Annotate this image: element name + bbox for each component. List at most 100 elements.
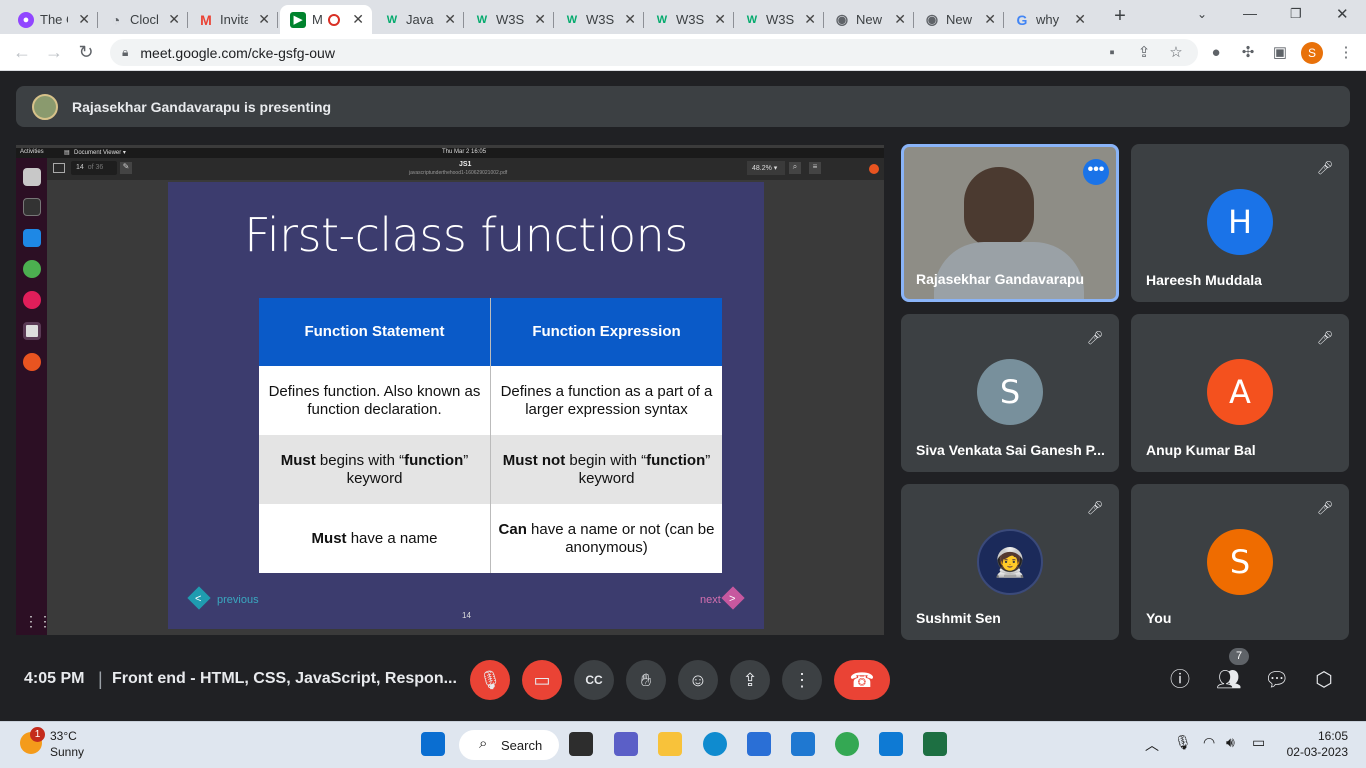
kebab-icon: ⋮ [793,669,811,690]
captions-button[interactable]: CC [574,660,614,700]
mic-off-icon: 🎤︎ [1316,500,1334,515]
browser-tab[interactable]: WW3Sc✕ [554,5,644,34]
back-button[interactable]: ← [12,42,32,62]
camera-off-button[interactable]: ▭ [522,660,562,700]
table-row: Must begins with “function” keyword Must… [259,435,722,504]
tab-search-chevron-icon[interactable]: ⌄ [1197,7,1207,21]
teams-icon[interactable] [614,732,638,756]
close-tab-icon[interactable]: ✕ [444,11,456,28]
share-icon[interactable]: ⇪ [1135,44,1153,62]
close-tab-icon[interactable]: ✕ [534,11,546,28]
browser-tab[interactable]: WW3Sc✕ [464,5,554,34]
avatar: S [1207,529,1273,595]
mic-off-button[interactable]: 🎙︎ [470,660,510,700]
meeting-details-icon[interactable]: ⓘ [1168,668,1192,692]
astronaut-icon: 🧑‍🚀︎ [992,545,1028,579]
wifi-icon[interactable]: ◠ [1203,734,1215,751]
edge-icon[interactable] [703,732,727,756]
close-tab-icon[interactable]: ✕ [984,11,996,28]
browser-tab-active[interactable]: ▶ M ✕ [280,5,372,34]
side-panel-icon[interactable]: ▣ [1271,44,1289,62]
restore-button[interactable]: ❐ [1290,6,1302,22]
close-tab-icon[interactable]: ✕ [1074,11,1086,28]
reactions-button[interactable]: ☺ [678,660,718,700]
browser-tab[interactable]: Gwhy ✕ [1004,5,1094,34]
browser-tab[interactable]: WW3Sc✕ [644,5,734,34]
file-explorer-icon[interactable] [658,732,682,756]
grammarly-icon[interactable]: ● [1207,44,1225,62]
page-field: 14 of 36 [71,161,117,175]
raise-hand-button[interactable]: ✋︎ [626,660,666,700]
document-viewer-header: 14 of 36 ✎ JS1 javascriptunderthehood1-1… [47,158,884,180]
reload-button[interactable]: ↻ [76,42,96,62]
participant-video [964,167,1034,247]
microphone-icon[interactable]: 🎙︎ [1174,734,1192,751]
extensions-icon[interactable]: ✣ [1239,44,1257,62]
hand-icon: ✋︎ [640,669,652,690]
meeting-title: Front end - HTML, CSS, JavaScript, Respo… [112,670,457,687]
participant-tile[interactable]: 🎤︎ S Siva Venkata Sai Ganesh P... [901,314,1119,472]
close-window-button[interactable]: ✕ [1336,5,1349,23]
w3schools-icon: W [746,13,758,26]
tray-date[interactable]: 02-03-2023 [1285,745,1348,759]
doc-viewer-app-icon: ▤ [64,150,70,156]
task-view-icon[interactable] [569,732,593,756]
meet-icon: ▶ [290,11,306,28]
activities-icon[interactable]: ⬡ [1312,668,1336,692]
vscode-icon[interactable] [879,732,903,756]
hamburger-menu-icon: ≡ [809,162,821,174]
close-tab-icon[interactable]: ✕ [624,11,636,28]
close-tab-icon[interactable]: ✕ [894,11,906,28]
new-tab-button[interactable]: + [1110,6,1130,26]
profile-avatar[interactable]: S [1301,42,1323,64]
participant-tile[interactable]: 🎤︎ A Anup Kumar Bal [1131,314,1349,472]
browser-tab[interactable]: ◔Clock✕ [98,5,188,34]
bold-text: Can [498,520,527,538]
participant-name: Siva Venkata Sai Ganesh P... [916,442,1105,458]
weather-condition[interactable]: Sunny [50,745,84,759]
mail-icon[interactable] [791,732,815,756]
browser-tab[interactable]: ◉ New ✕ [824,5,914,34]
close-tab-icon[interactable]: ✕ [714,11,726,28]
weather-temp[interactable]: 33°C [50,729,77,743]
excel-icon[interactable] [923,732,947,756]
document-viewer-icon [23,322,41,340]
close-tab-icon[interactable]: ✕ [804,11,816,28]
mic-off-icon: 🎤︎ [1086,500,1104,515]
browser-tab[interactable]: ●The C✕ [8,5,98,34]
leave-call-button[interactable]: ☎︎ [834,660,890,700]
close-tab-icon[interactable]: ✕ [168,11,180,28]
browser-tab[interactable]: WJavaS✕ [374,5,464,34]
chat-icon[interactable]: 💬︎ [1264,668,1289,692]
close-tab-icon[interactable]: ✕ [352,11,364,28]
participant-tile-video[interactable]: ••• Rajasekhar Gandavarapu [901,144,1119,302]
browser-tab[interactable]: M Invita ✕ [188,5,278,34]
browser-tab[interactable]: WW3Sc✕ [734,5,824,34]
bookmark-star-icon[interactable]: ☆ [1167,44,1185,62]
browser-tab[interactable]: ◉ New ✕ [914,5,1004,34]
present-screen-icon: ⇪ [742,669,758,690]
slack-icon [23,291,41,309]
taskbar-search[interactable]: ⌕ Search [459,730,559,760]
windows-start-icon[interactable] [421,732,445,756]
participant-tile[interactable]: 🎤︎ H Hareesh Muddala [1131,144,1349,302]
battery-icon[interactable]: ▭ [1252,734,1265,751]
close-tab-icon[interactable]: ✕ [78,11,90,28]
address-bar[interactable]: 🔒︎ meet.google.com/cke-gsfg-ouw [110,39,1198,66]
camera-icon[interactable]: ▪ [1103,44,1121,62]
chrome-icon[interactable] [835,732,859,756]
microsoft-store-icon[interactable] [747,732,771,756]
present-button[interactable]: ⇪ [730,660,770,700]
forward-button[interactable]: → [44,42,64,62]
participant-tile[interactable]: 🎤︎ 🧑‍🚀︎ Sushmit Sen [901,484,1119,640]
more-options-icon[interactable]: ••• [1083,159,1109,185]
tray-time[interactable]: 16:05 [1316,729,1348,743]
participant-tile-self[interactable]: 🎤︎ S You [1131,484,1349,640]
volume-icon[interactable]: 🔊︎ [1226,734,1235,751]
more-options-button[interactable]: ⋮ [782,660,822,700]
people-icon[interactable]: 👥︎ [1216,668,1241,692]
close-tab-icon[interactable]: ✕ [258,11,270,28]
menu-kebab-icon[interactable]: ⋮ [1337,44,1355,62]
minimize-button[interactable]: — [1243,5,1257,21]
tray-chevron-icon[interactable]: ︿ [1145,735,1159,755]
